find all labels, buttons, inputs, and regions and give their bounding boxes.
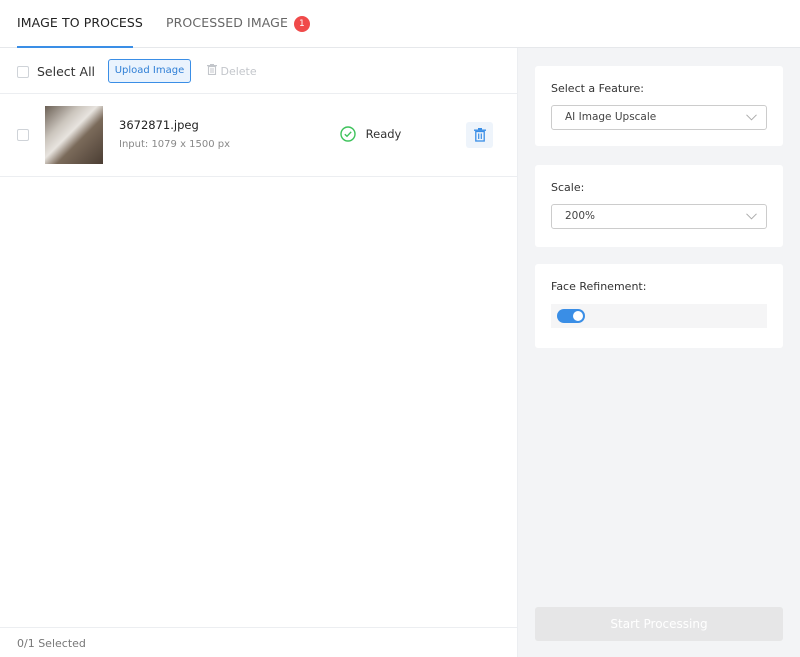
selection-count: 0/1 Selected [0,627,518,657]
feature-label: Select a Feature: [551,82,644,95]
feature-value: AI Image Upscale [565,111,657,123]
active-tab-indicator [17,46,133,48]
feature-select[interactable]: AI Image Upscale [551,105,767,130]
chevron-down-icon [746,112,757,124]
delete-button[interactable]: Delete [207,64,257,78]
file-status: Ready [340,126,401,142]
face-refinement-toggle[interactable] [557,309,585,323]
feature-card: Select a Feature: AI Image Upscale [535,66,783,146]
face-refinement-label: Face Refinement: [551,280,647,293]
tab-image-to-process[interactable]: IMAGE TO PROCESS [17,15,143,30]
select-all-checkbox[interactable] [17,66,29,78]
scale-select[interactable]: 200% [551,204,767,229]
scale-label: Scale: [551,181,585,194]
delete-file-button[interactable] [466,122,493,148]
start-processing-button[interactable]: Start Processing [535,607,783,641]
list-toolbar: Select All Upload Image Delete [0,48,518,94]
file-checkbox[interactable] [17,129,29,141]
face-refinement-row [551,304,767,328]
trash-icon [473,127,486,146]
upload-image-button[interactable]: Upload Image [108,59,191,83]
count-badge: 1 [293,16,310,32]
tab-label: PROCESSED IMAGE [166,15,288,30]
image-list-panel: Select All Upload Image Delete 3672871.j… [0,0,518,657]
face-refinement-card: Face Refinement: [535,264,783,348]
trash-icon [207,64,221,78]
tab-processed-image[interactable]: PROCESSED IMAGE 1 [166,15,310,32]
delete-label: Delete [220,65,257,78]
toggle-knob [573,311,583,321]
file-thumbnail [45,106,103,164]
file-row: 3672871.jpeg Input: 1079 x 1500 px Ready [0,95,518,177]
tab-bar: IMAGE TO PROCESS PROCESSED IMAGE 1 [0,0,800,48]
select-all-label[interactable]: Select All [37,64,95,79]
scale-value: 200% [565,210,596,222]
check-circle-icon [340,126,366,142]
file-dimensions: Input: 1079 x 1500 px [119,139,231,150]
status-label: Ready [365,127,402,141]
chevron-down-icon [746,211,757,223]
scale-card: Scale: 200% [535,165,783,247]
file-name: 3672871.jpeg [119,118,199,132]
